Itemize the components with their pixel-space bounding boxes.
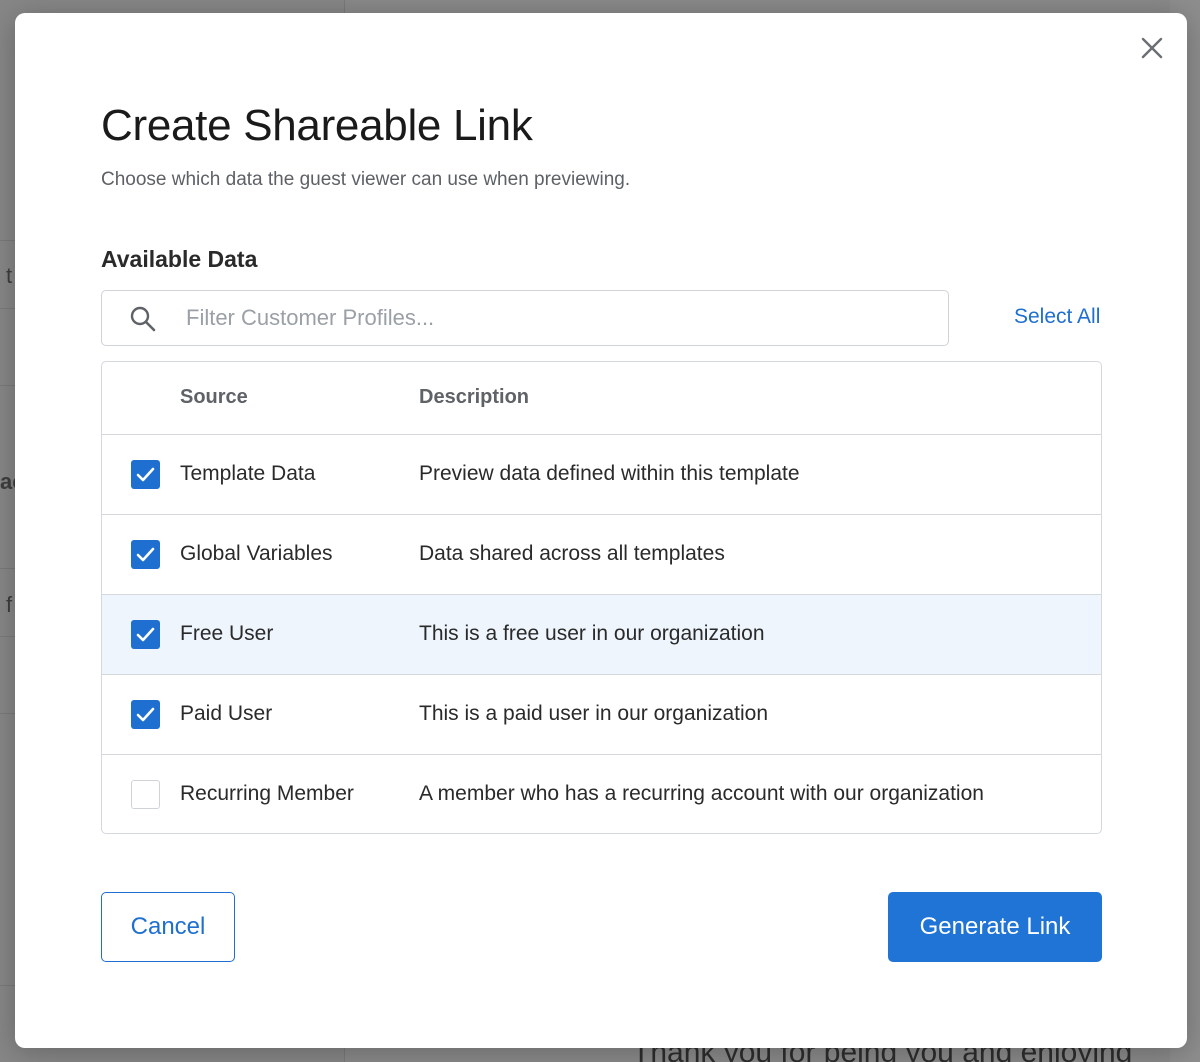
filter-customer-profiles-input[interactable]	[186, 291, 926, 344]
modal-subtitle: Choose which data the guest viewer can u…	[101, 169, 631, 190]
background-text: f	[6, 592, 13, 617]
table-header: Source Description	[102, 362, 1101, 435]
row-checkbox[interactable]	[131, 780, 160, 809]
close-icon[interactable]	[1139, 35, 1165, 61]
close-button[interactable]	[1139, 35, 1165, 61]
data-sources-table: Source Description Template Data Preview …	[101, 361, 1102, 834]
description-cell: Preview data defined within this templat…	[419, 462, 800, 485]
table-row[interactable]: Free User This is a free user in our orga…	[102, 595, 1101, 675]
description-cell: Data shared across all templates	[419, 542, 725, 565]
row-checkbox[interactable]	[131, 700, 160, 729]
share-link-modal: Create Shareable Link Choose which data …	[15, 13, 1187, 1048]
description-cell: A member who has a recurring account wit…	[419, 782, 984, 805]
generate-link-button[interactable]: Generate Link	[888, 892, 1102, 962]
search-box	[101, 290, 949, 346]
cancel-button[interactable]: Cancel	[101, 892, 235, 962]
modal-title: Create Shareable Link	[101, 101, 533, 150]
column-header-source: Source	[180, 386, 248, 408]
description-cell: This is a free user in our organization	[419, 622, 765, 645]
column-header-description: Description	[419, 386, 530, 408]
source-cell: Recurring Member	[180, 782, 354, 805]
source-cell: Template Data	[180, 462, 316, 485]
row-checkbox[interactable]	[131, 540, 160, 569]
checkmark-icon	[136, 467, 155, 482]
checkmark-icon	[136, 547, 155, 562]
search-icon	[128, 304, 158, 334]
source-cell: Free User	[180, 622, 274, 645]
table-row[interactable]: Paid User This is a paid user in our orga…	[102, 675, 1101, 755]
background-text: t	[6, 263, 13, 288]
description-cell: This is a paid user in our organization	[419, 702, 769, 725]
table-row[interactable]: Template Data Preview data defined within…	[102, 435, 1101, 515]
table-row[interactable]: Recurring Member A member who has a recur…	[102, 755, 1101, 833]
checkmark-icon	[136, 627, 155, 642]
table-row[interactable]: Global Variables Data shared across all t…	[102, 515, 1101, 595]
row-checkbox[interactable]	[131, 460, 160, 489]
row-checkbox[interactable]	[131, 620, 160, 649]
checkmark-icon	[136, 707, 155, 722]
source-cell: Global Variables	[180, 542, 333, 565]
available-data-label: Available Data	[101, 246, 258, 272]
select-all-link[interactable]: Select All	[1014, 305, 1100, 329]
source-cell: Paid User	[180, 702, 273, 725]
